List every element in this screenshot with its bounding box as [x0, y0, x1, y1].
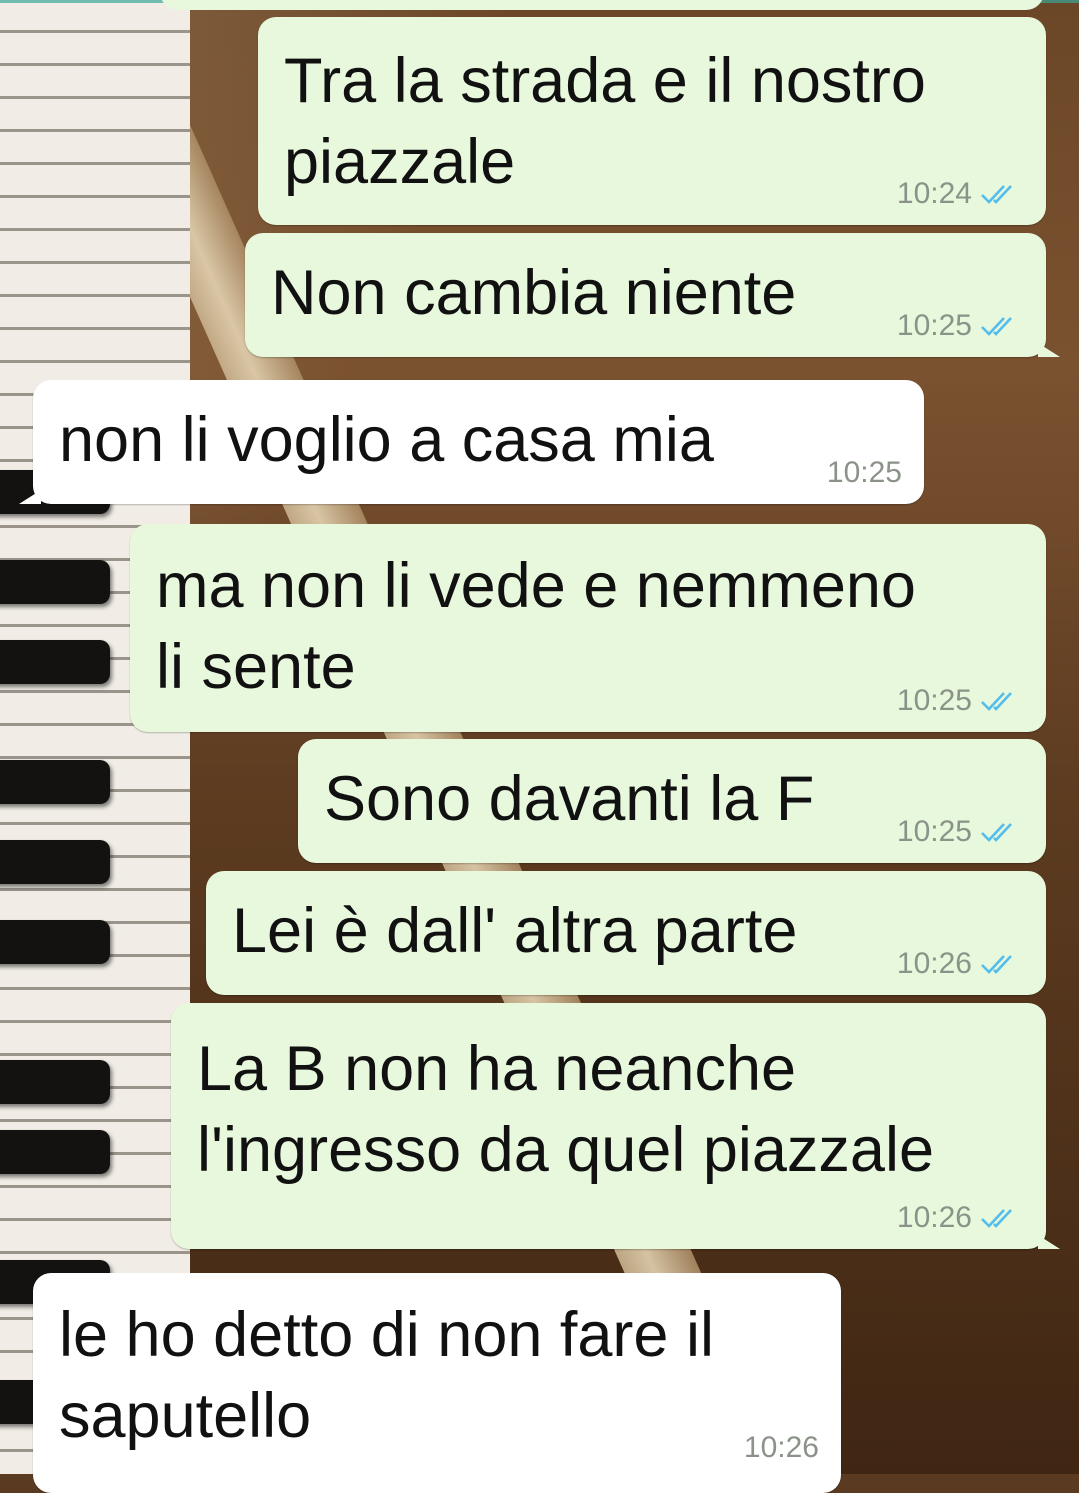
outgoing-message[interactable]: Lei è dall' altra parte 10:26 [206, 871, 1046, 995]
outgoing-message[interactable]: Tra la strada e il nostro piazzale 10:24 [258, 17, 1046, 225]
message-time: 10:25 [826, 456, 902, 489]
outgoing-message[interactable]: La B non ha neanche l'ingresso da quel p… [171, 1003, 1060, 1249]
message-text: La B non ha neanche l'ingresso da quel p… [197, 1034, 934, 1185]
double-check-read-icon [981, 185, 1012, 204]
message-text: Lei è dall' altra parte [232, 896, 798, 966]
message-meta: 10:25 [897, 815, 1022, 849]
incoming-message[interactable]: le ho detto di non fare il saputello 10:… [33, 1273, 841, 1493]
message-meta: 10:25 [827, 456, 902, 490]
message-meta: 10:26 [744, 1431, 819, 1465]
message-meta: 10:25 [897, 684, 1022, 718]
message-text: ma non li vede e nemmeno li sente [156, 551, 916, 702]
message-text: Tra la strada e il nostro piazzale [284, 46, 926, 197]
message-time: 10:25 [896, 815, 972, 848]
double-check-read-icon [981, 692, 1012, 711]
outgoing-message[interactable]: Non cambia niente 10:25 [245, 233, 1060, 357]
double-check-read-icon [981, 823, 1012, 842]
incoming-message[interactable]: non li voglio a casa mia 10:25 [19, 380, 924, 504]
message-time: 10:26 [896, 1201, 972, 1234]
message-text: le ho detto di non fare il saputello [59, 1300, 714, 1451]
message-time: 10:26 [896, 947, 972, 980]
outgoing-message[interactable]: Sono davanti la F 10:25 [298, 739, 1046, 863]
double-check-read-icon [981, 955, 1012, 974]
message-time: 10:25 [896, 684, 972, 717]
message-time: 10:24 [896, 177, 972, 210]
message-time: 10:25 [896, 309, 972, 342]
double-check-read-icon [981, 317, 1012, 336]
message-text: Sono davanti la F [324, 764, 815, 834]
message-meta: 10:26 [897, 1201, 1022, 1235]
message-meta: 10:26 [897, 947, 1022, 981]
message-list[interactable]: Tra la strada e il nostro piazzale 10:24… [0, 0, 1079, 1493]
outgoing-message[interactable]: ma non li vede e nemmeno li sente 10:25 [130, 524, 1046, 732]
message-meta: 10:24 [897, 177, 1022, 211]
previous-message-bubble[interactable] [160, 0, 1044, 10]
message-text: Non cambia niente [271, 258, 797, 328]
double-check-read-icon [981, 1209, 1012, 1228]
message-text: non li voglio a casa mia [59, 405, 714, 475]
message-time: 10:26 [743, 1431, 819, 1464]
message-meta: 10:25 [897, 309, 1022, 343]
